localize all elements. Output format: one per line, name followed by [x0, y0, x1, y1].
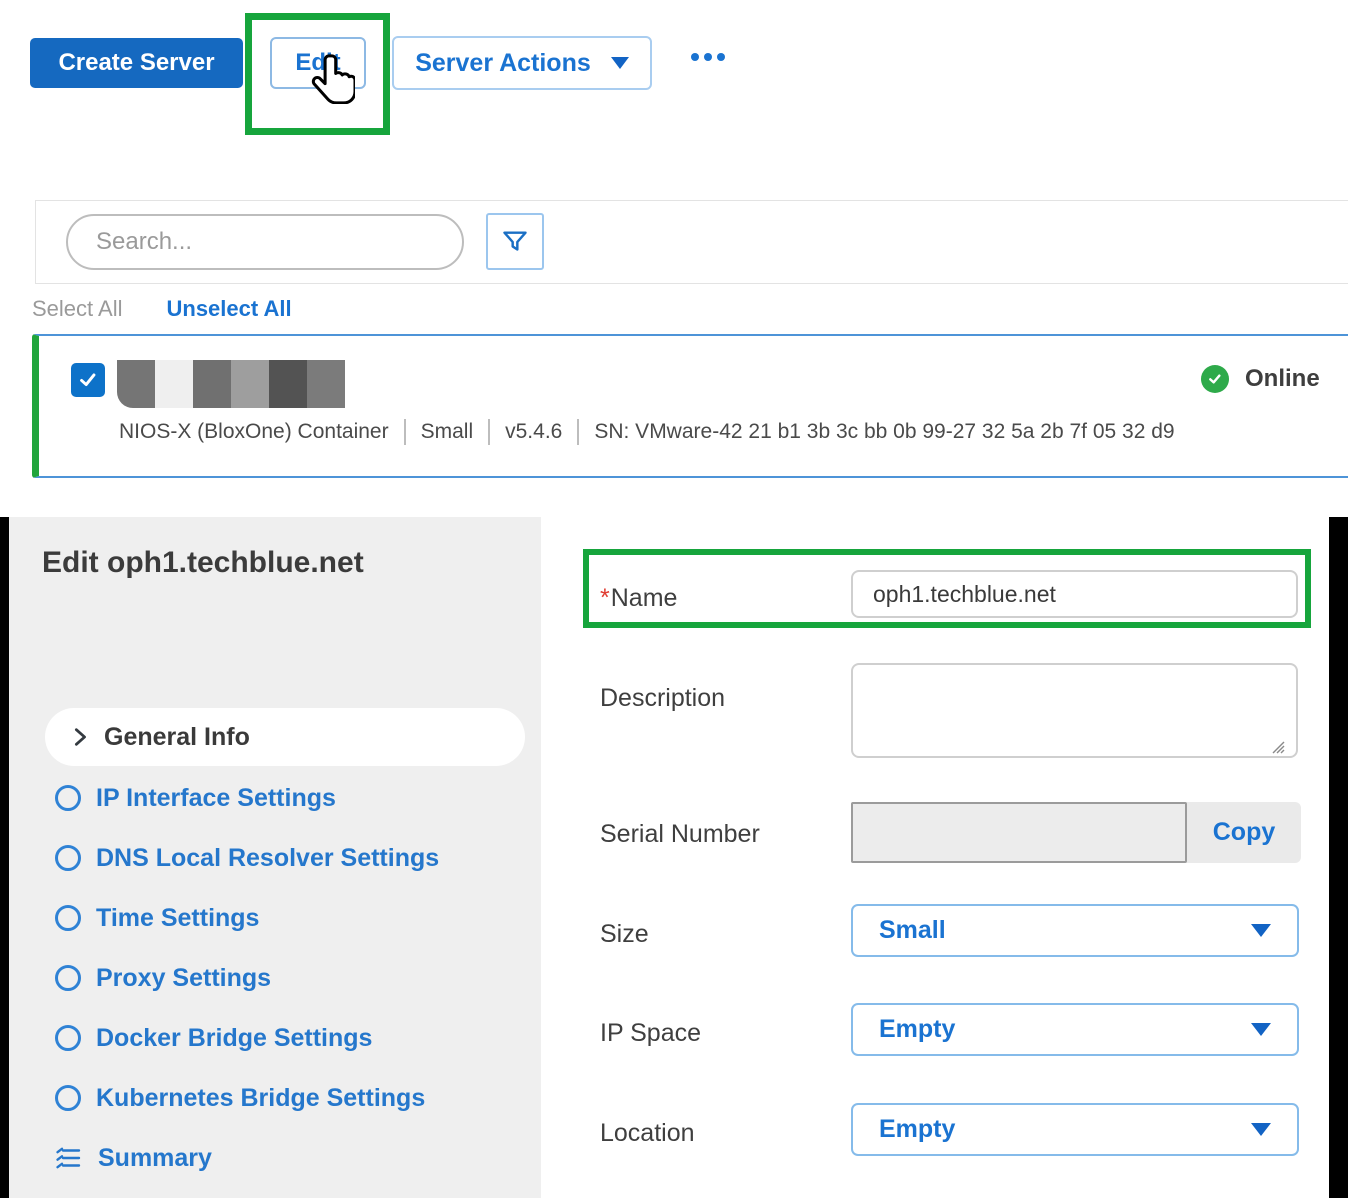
chevron-down-icon [1251, 1023, 1271, 1036]
radio-circle-icon [55, 845, 81, 871]
unselect-all-link[interactable]: Unselect All [167, 296, 292, 322]
sidebar-item-label: General Info [104, 723, 250, 752]
sidebar-item-docker-bridge-settings[interactable]: Docker Bridge Settings [45, 1008, 535, 1068]
server-size: Small [421, 420, 474, 444]
sidebar-item-proxy-settings[interactable]: Proxy Settings [45, 948, 535, 1008]
server-name-redacted [117, 360, 345, 408]
redacted-block [307, 360, 345, 408]
location-label: Location [600, 1119, 695, 1148]
radio-circle-icon [55, 905, 81, 931]
detail-separator [488, 419, 490, 445]
chevron-down-icon [1251, 1123, 1271, 1136]
size-dropdown[interactable]: Small [851, 904, 1299, 957]
sidebar-item-label: Time Settings [96, 904, 259, 933]
ellipsis-dot-icon [717, 53, 725, 61]
description-label: Description [600, 684, 725, 713]
ellipsis-dot-icon [691, 53, 699, 61]
server-serial: SN: VMware-42 21 b1 3b 3c bb 0b 99-27 32… [594, 420, 1174, 444]
redacted-block [117, 360, 155, 408]
filter-button[interactable] [486, 213, 544, 270]
sidebar-item-label: DNS Local Resolver Settings [96, 844, 439, 873]
sidebar-item-summary[interactable]: Summary [45, 1128, 535, 1188]
chevron-right-icon [69, 726, 91, 748]
description-textarea[interactable] [851, 663, 1298, 758]
more-options-button[interactable] [691, 45, 725, 69]
serial-number-label: Serial Number [600, 820, 760, 849]
radio-circle-icon [55, 1025, 81, 1051]
server-type: NIOS-X (BloxOne) Container [119, 420, 389, 444]
server-row[interactable]: NIOS-X (BloxOne) Container Small v5.4.6 … [32, 334, 1348, 478]
sidebar-item-kubernetes-bridge-settings[interactable]: Kubernetes Bridge Settings [45, 1068, 535, 1128]
panel-edge-right [1329, 517, 1348, 1198]
serial-number-group: Copy [851, 802, 1301, 863]
location-value: Empty [879, 1115, 1251, 1144]
edit-panel-form: *Name Description Serial Number Copy Siz… [541, 517, 1329, 1198]
summary-list-icon [55, 1144, 83, 1172]
page-title: Edit oph1.techblue.net [42, 546, 364, 580]
online-check-icon [1201, 365, 1229, 393]
panel-edge-left [0, 517, 9, 1198]
detail-separator [404, 419, 406, 445]
create-server-button[interactable]: Create Server [30, 38, 243, 88]
search-input[interactable] [66, 214, 464, 270]
server-version: v5.4.6 [505, 420, 562, 444]
status-badge: Online [1201, 365, 1320, 393]
redacted-block [155, 360, 193, 408]
size-label: Size [600, 920, 649, 949]
edit-button[interactable]: Edit [270, 37, 366, 89]
app-screen: Create Server Edit Server Actions Select… [0, 0, 1348, 1198]
size-value: Small [879, 916, 1251, 945]
redacted-block [269, 360, 307, 408]
sidebar-item-label: Docker Bridge Settings [96, 1024, 372, 1053]
server-checkbox[interactable] [71, 363, 105, 397]
name-label: *Name [600, 584, 677, 613]
sidebar-item-label: IP Interface Settings [96, 784, 336, 813]
location-dropdown[interactable]: Empty [851, 1103, 1299, 1156]
ip-space-dropdown[interactable]: Empty [851, 1003, 1299, 1056]
redacted-block [193, 360, 231, 408]
serial-number-input [851, 802, 1187, 863]
server-actions-button[interactable]: Server Actions [392, 36, 652, 90]
sidebar-item-label: Proxy Settings [96, 964, 271, 993]
ellipsis-dot-icon [704, 53, 712, 61]
sidebar-item-label: Summary [98, 1144, 212, 1173]
status-label: Online [1245, 365, 1320, 393]
select-all-link[interactable]: Select All [32, 296, 123, 322]
radio-circle-icon [55, 1085, 81, 1111]
filter-funnel-icon [501, 228, 529, 256]
chevron-down-icon [611, 57, 629, 69]
selection-controls: Select All Unselect All [32, 296, 292, 322]
sidebar-nav: IP Interface Settings DNS Local Resolver… [45, 768, 535, 1188]
sidebar-item-ip-interface-settings[interactable]: IP Interface Settings [45, 768, 535, 828]
edit-panel-sidebar: Edit oph1.techblue.net General Info IP I… [9, 517, 541, 1198]
sidebar-item-general-info[interactable]: General Info [45, 708, 525, 766]
search-toolbar [35, 200, 1348, 284]
check-icon [77, 369, 99, 391]
detail-separator [577, 419, 579, 445]
name-input[interactable] [851, 570, 1298, 618]
server-actions-label: Server Actions [415, 49, 591, 78]
chevron-down-icon [1251, 924, 1271, 937]
radio-circle-icon [55, 785, 81, 811]
copy-button[interactable]: Copy [1187, 802, 1301, 863]
ip-space-label: IP Space [600, 1019, 701, 1048]
sidebar-item-time-settings[interactable]: Time Settings [45, 888, 535, 948]
required-asterisk: * [600, 584, 610, 612]
radio-circle-icon [55, 965, 81, 991]
sidebar-item-dns-local-resolver-settings[interactable]: DNS Local Resolver Settings [45, 828, 535, 888]
sidebar-item-label: Kubernetes Bridge Settings [96, 1084, 425, 1113]
server-details: NIOS-X (BloxOne) Container Small v5.4.6 … [119, 419, 1175, 445]
ip-space-value: Empty [879, 1015, 1251, 1044]
redacted-block [231, 360, 269, 408]
